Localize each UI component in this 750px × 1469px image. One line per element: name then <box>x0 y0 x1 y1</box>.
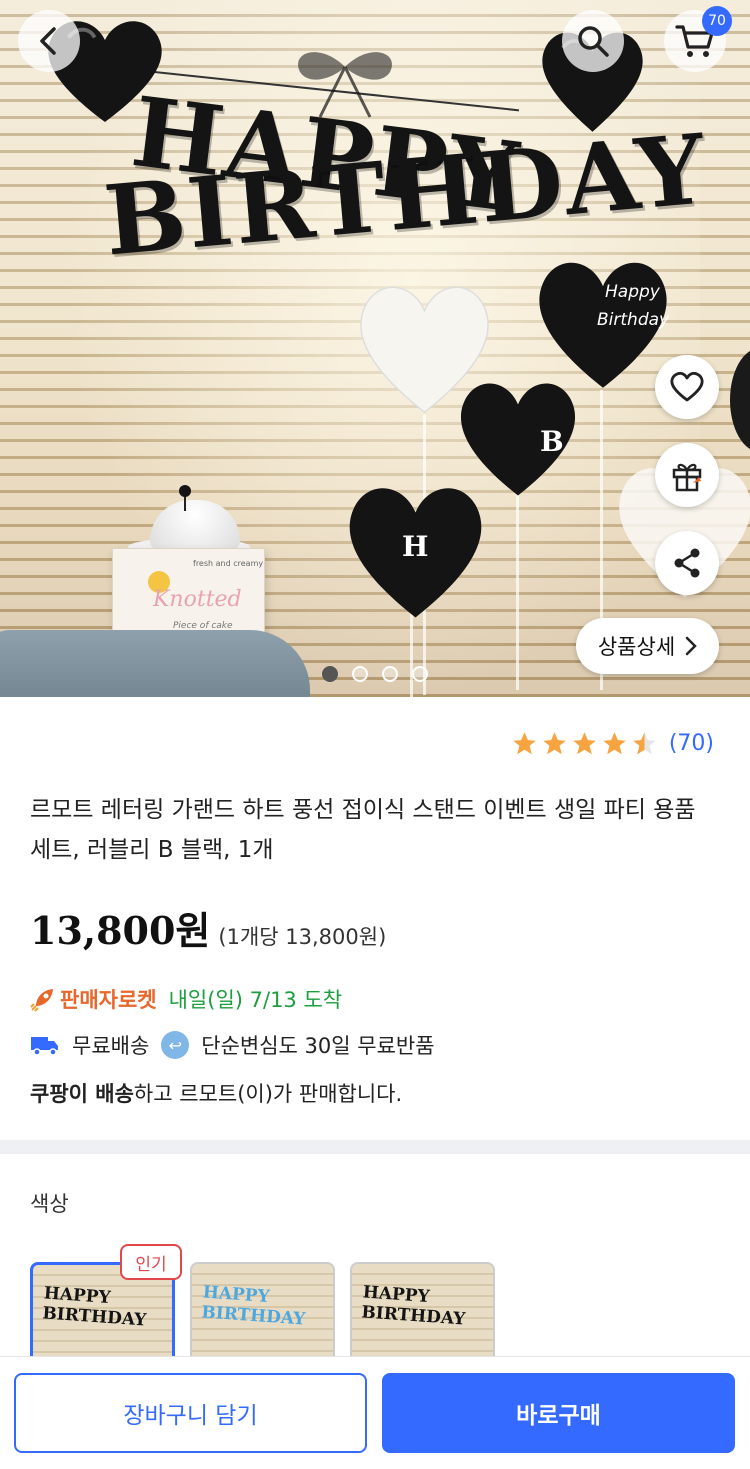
product-title: 르모트 레터링 가랜드 하트 풍선 접이식 스탠드 이벤트 생일 파티 용품 세… <box>30 797 696 863</box>
wishlist-button[interactable] <box>655 355 719 419</box>
delivery-row: 판매자로켓 내일(일) 7/13 도착 <box>30 984 342 1014</box>
chevron-left-icon <box>40 27 56 55</box>
cart-count-badge: 70 <box>702 6 732 36</box>
return-icon: ↩ <box>161 1031 190 1059</box>
black-balloon-edge <box>730 350 750 450</box>
chevron-right-icon <box>685 636 697 656</box>
cake-box-tagline: fresh and creamy <box>193 559 264 568</box>
product-detail-label: 상품상세 <box>597 635 676 659</box>
sofa <box>0 630 310 697</box>
seller-info: 쿠팡이 배송하고 르모트(이)가 판매합니다. <box>30 1078 402 1108</box>
carousel-dot[interactable] <box>352 666 368 682</box>
star-full-icon <box>543 732 566 755</box>
cake-topper <box>179 485 191 511</box>
carousel-dot[interactable] <box>412 666 428 682</box>
balloon-letter-h: H <box>402 530 429 563</box>
gift-button[interactable] <box>655 443 719 507</box>
free-shipping: 무료배송 <box>72 1034 150 1058</box>
star-full-icon <box>573 732 596 755</box>
product-detail-button[interactable]: 상품상세 <box>576 618 719 674</box>
arrival-date: 내일(일) 7/13 도착 <box>168 988 343 1012</box>
share-button[interactable] <box>655 531 719 595</box>
thumb-text: HAPPY BIRTHDAY <box>361 1282 468 1329</box>
seller-rest: 하고 르모트(이)가 판매합니다. <box>133 1082 403 1106</box>
carousel-dots <box>322 666 428 682</box>
search-button[interactable] <box>562 10 624 72</box>
cake-box-brand: Knotted <box>153 587 242 612</box>
buy-now-button[interactable]: 바로구매 <box>382 1373 735 1453</box>
shipping-row: 무료배송 ↩ 단순변심도 30일 무료반품 <box>30 1030 435 1060</box>
share-icon <box>674 548 700 578</box>
gift-icon <box>672 463 702 492</box>
back-button[interactable] <box>18 10 80 72</box>
free-return: 단순변심도 30일 무료반품 <box>201 1034 435 1058</box>
rocket-icon <box>30 989 53 1012</box>
star-full-icon <box>513 732 536 755</box>
seller-bold: 쿠팡이 배송 <box>30 1082 134 1106</box>
truck-icon <box>31 1037 58 1056</box>
search-icon <box>578 26 609 57</box>
add-to-cart-button[interactable]: 장바구니 담기 <box>14 1373 367 1453</box>
price-row: 13,800원 (1개당 13,800원) <box>30 900 386 955</box>
thumb-text: HAPPY BIRTHDAY <box>201 1282 308 1329</box>
rocket-badge: 판매자로켓 <box>30 984 157 1014</box>
heart-icon <box>670 371 704 402</box>
thumb-text: HAPPY BIRTHDAY <box>42 1283 149 1330</box>
price: 13,800원 <box>30 908 211 953</box>
star-full-icon <box>603 732 626 755</box>
balloon-letter-b: B <box>540 425 564 458</box>
balloon-text-birthday: Birthday <box>597 310 670 330</box>
product-image-carousel[interactable]: HAPPY BIRTHDAY Happy Birthday B H fresh … <box>0 0 750 697</box>
thumb-line2: BIRTHDAY <box>360 1302 466 1330</box>
popular-badge: 인기 <box>120 1244 182 1280</box>
carousel-dot[interactable] <box>322 666 338 682</box>
unit-price: (1개당 13,800원) <box>218 925 387 949</box>
option-label: 색상 <box>30 1192 69 1216</box>
balloon-text-happy: Happy <box>605 282 660 302</box>
bottom-action-bar: 장바구니 담기 바로구매 <box>0 1356 750 1469</box>
thumb-line2: BIRTHDAY <box>200 1302 306 1330</box>
balloon-stick <box>516 490 519 690</box>
rating[interactable]: (70) <box>511 730 714 757</box>
star-half-icon <box>633 732 656 755</box>
thumb-line2: BIRTHDAY <box>41 1303 147 1331</box>
review-count[interactable]: (70) <box>669 731 714 756</box>
carousel-dot[interactable] <box>382 666 398 682</box>
rocket-label: 판매자로켓 <box>60 988 157 1012</box>
section-divider <box>0 1140 750 1154</box>
